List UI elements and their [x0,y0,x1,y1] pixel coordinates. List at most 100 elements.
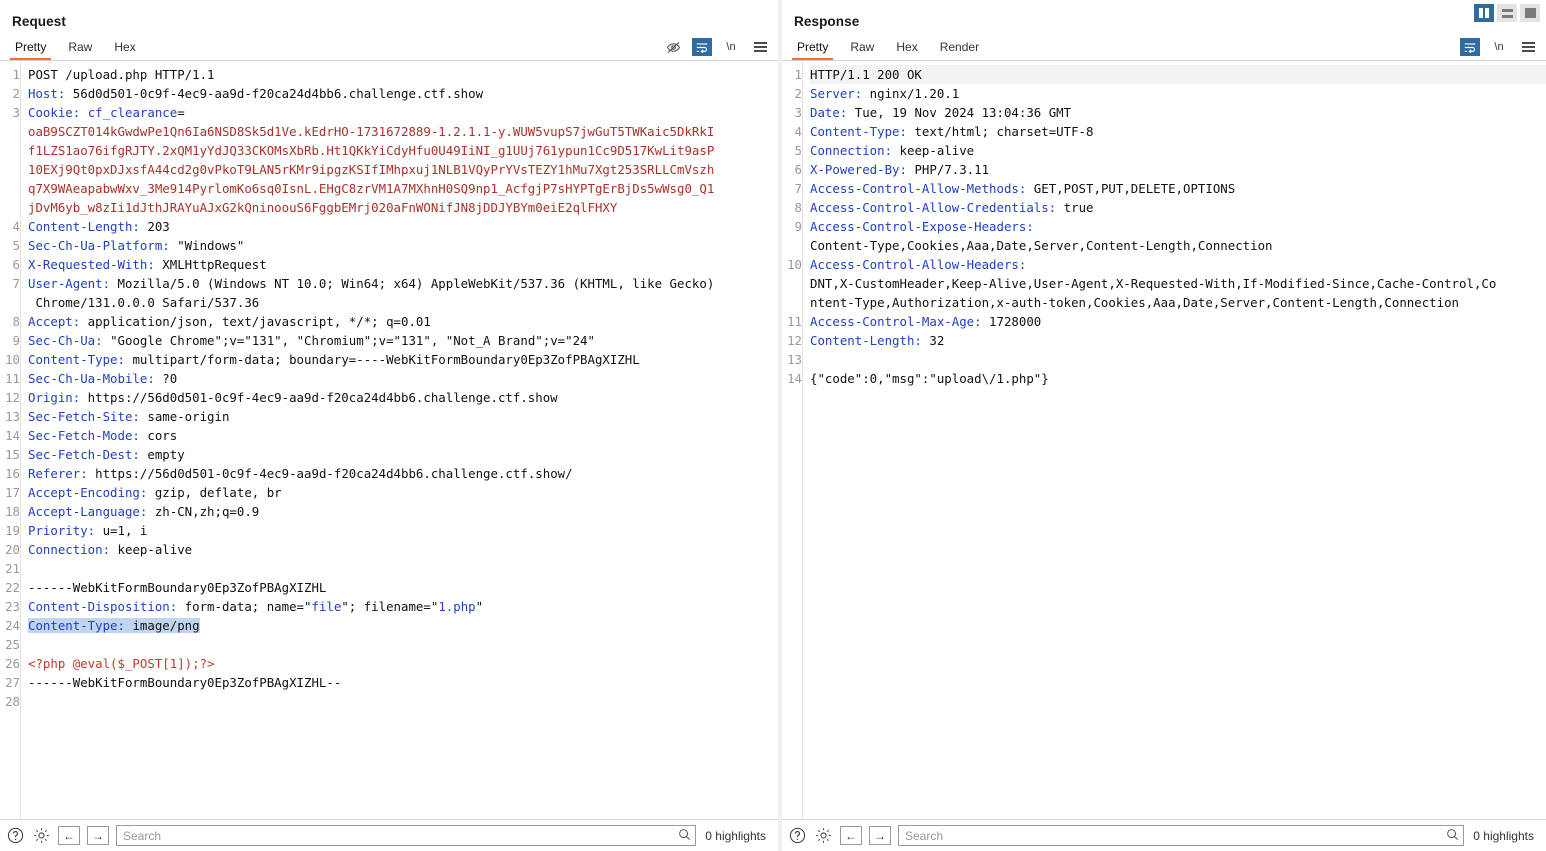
response-toolbar-icons: \n [1460,38,1538,56]
message-line [28,692,778,711]
menu-icon[interactable] [1518,38,1538,56]
line-number [0,160,20,179]
message-line: Connection: keep-alive [28,540,778,559]
line-number: 15 [0,445,20,464]
line-number [782,274,802,293]
response-gutter: 1234567891011121314 [782,61,802,819]
message-line [28,635,778,654]
eye-slash-icon[interactable] [663,38,683,56]
menu-icon[interactable] [750,38,770,56]
back-arrow-icon[interactable]: ← [58,826,80,845]
line-number: 19 [0,521,20,540]
tab-response-hex[interactable]: Hex [885,37,928,60]
message-line: Host: 56d0d501-0c9f-4ec9-aa9d-f20ca24d4b… [28,84,778,103]
tab-response-raw[interactable]: Raw [839,37,885,60]
line-number [0,198,20,217]
back-arrow-icon[interactable]: ← [840,826,862,845]
search-input[interactable] [116,825,696,846]
line-number: 14 [782,369,802,388]
tab-request-pretty[interactable]: Pretty [4,37,57,60]
response-content[interactable]: HTTP/1.1 200 OKServer: nginx/1.20.1Date:… [802,61,1546,819]
tab-response-pretty[interactable]: Pretty [786,37,839,60]
request-content[interactable]: POST /upload.php HTTP/1.1Host: 56d0d501-… [20,61,778,819]
line-number: 4 [0,217,20,236]
line-number: 3 [0,103,20,122]
line-number: 7 [0,274,20,293]
line-number: 1 [0,65,20,84]
line-number [782,236,802,255]
word-wrap-icon[interactable] [1460,38,1480,56]
line-number: 17 [0,483,20,502]
request-editor[interactable]: 1234567891011121314151617181920212223242… [0,61,778,820]
message-line: {"code":0,"msg":"upload\/1.php"} [810,369,1546,388]
message-line: q7X9WAeapabwWxv_3Me914PyrlomKo6sq0IsnL.E… [28,179,778,198]
forward-arrow-icon[interactable]: → [87,826,109,845]
message-line: Accept-Language: zh-CN,zh;q=0.9 [28,502,778,521]
message-line: Access-Control-Allow-Methods: GET,POST,P… [810,179,1546,198]
line-number: 5 [0,236,20,255]
request-tabbar: Pretty Raw Hex [0,35,778,61]
search-input[interactable] [898,825,1464,846]
line-number: 4 [782,122,802,141]
message-line: Access-Control-Allow-Credentials: true [810,198,1546,217]
message-line: Priority: u=1, i [28,521,778,540]
forward-arrow-icon[interactable]: → [869,826,891,845]
line-number: 8 [782,198,802,217]
message-line: Content-Type: text/html; charset=UTF-8 [810,122,1546,141]
line-number: 2 [782,84,802,103]
settings-gear-icon[interactable] [32,826,51,845]
message-line: Content-Type: image/png [28,616,778,635]
tab-request-raw[interactable]: Raw [57,37,103,60]
message-line: HTTP/1.1 200 OK [810,65,1546,84]
line-number [0,141,20,160]
request-gutter: 1234567891011121314151617181920212223242… [0,61,20,819]
newline-label: \n [1494,41,1503,53]
line-number [0,122,20,141]
message-line: Content-Type,Cookies,Aaa,Date,Server,Con… [810,236,1546,255]
tab-response-render[interactable]: Render [929,37,990,60]
message-line: Sec-Ch-Ua: "Google Chrome";v="131", "Chr… [28,331,778,350]
message-line: User-Agent: Mozilla/5.0 (Windows NT 10.0… [28,274,778,293]
line-number: 21 [0,559,20,578]
message-line: Sec-Fetch-Dest: empty [28,445,778,464]
hamburger-lines [1522,42,1535,52]
line-number: 2 [0,84,20,103]
message-line: Sec-Fetch-Mode: cors [28,426,778,445]
message-line: Content-Length: 32 [810,331,1546,350]
newline-icon[interactable]: \n [721,38,741,56]
message-line: Chrome/131.0.0.0 Safari/537.36 [28,293,778,312]
message-line: oaB9SCZT014kGwdwPe1Qn6Ia6NSD8Sk5d1Ve.kEd… [28,122,778,141]
message-line: X-Powered-By: PHP/7.3.11 [810,160,1546,179]
line-number: 16 [0,464,20,483]
tab-request-hex[interactable]: Hex [103,37,146,60]
newline-icon[interactable]: \n [1489,38,1509,56]
line-number: 9 [782,217,802,236]
response-editor[interactable]: 1234567891011121314 HTTP/1.1 200 OKServe… [782,61,1546,820]
message-line: 10EXj9Qt0pxDJxsfA44cd2g0vPkoT9LAN5rKMr9i… [28,160,778,179]
line-number: 8 [0,312,20,331]
line-number: 24 [0,616,20,635]
help-icon[interactable] [6,826,25,845]
help-icon[interactable] [788,826,807,845]
line-number: 14 [0,426,20,445]
line-number: 12 [782,331,802,350]
line-number: 11 [782,312,802,331]
response-title: Response [782,0,1546,35]
word-wrap-icon[interactable] [692,38,712,56]
message-line: Content-Type: multipart/form-data; bound… [28,350,778,369]
message-line: Accept: application/json, text/javascrip… [28,312,778,331]
line-number: 7 [782,179,802,198]
message-line: jDvM6yb_w8zIi1dJthJRAYuAJxG2kQninoouS6Fg… [28,198,778,217]
line-number: 26 [0,654,20,673]
response-pane: Response Pretty Raw Hex Render \n [782,0,1546,851]
settings-gear-icon[interactable] [814,826,833,845]
line-number: 13 [0,407,20,426]
line-number: 6 [782,160,802,179]
newline-label: \n [726,41,735,53]
line-number: 22 [0,578,20,597]
response-highlights-count: 0 highlights [1471,829,1540,843]
request-pane: Request Pretty Raw Hex [0,0,778,851]
line-number: 12 [0,388,20,407]
message-line: Referer: https://56d0d501-0c9f-4ec9-aa9d… [28,464,778,483]
message-line: Content-Disposition: form-data; name="fi… [28,597,778,616]
